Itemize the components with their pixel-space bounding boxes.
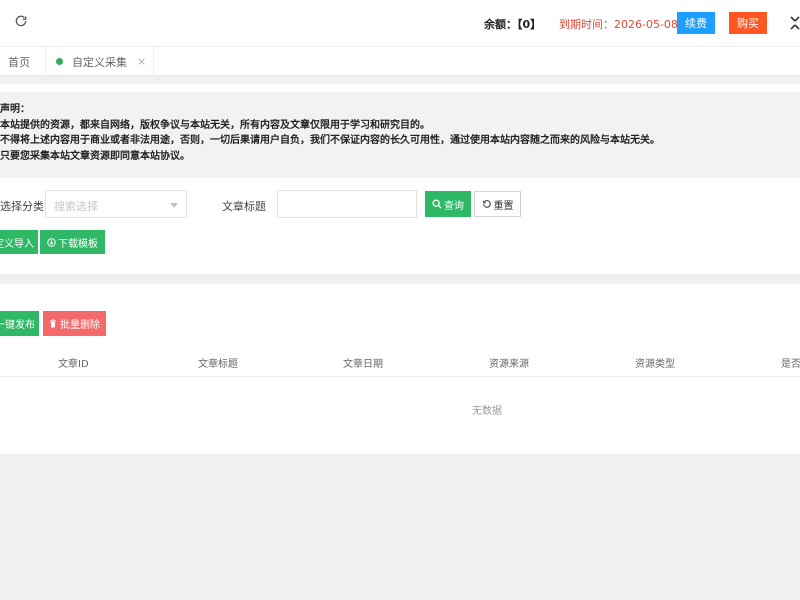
download-icon: [47, 237, 56, 247]
tab-home[interactable]: 首页: [0, 47, 46, 76]
template-label: 下载模板: [58, 238, 98, 250]
custom-import-button[interactable]: 定义导入: [0, 230, 38, 254]
caret-down-icon: [170, 203, 178, 208]
download-template-button[interactable]: 下载模板: [40, 230, 105, 254]
renew-button[interactable]: 续费: [677, 12, 715, 34]
query-button[interactable]: 查询: [425, 191, 471, 217]
buy-button[interactable]: 购买: [729, 12, 767, 34]
notice-line: 不得将上述内容用于商业或者非法用途，否则，一切后果请用户自负，我们不保证内容的长…: [0, 135, 660, 146]
disclaimer-notice: 声明： 本站提供的资源，都来自网络，版权争议与本站无关，所有内容及文章仅限用于学…: [0, 92, 800, 178]
tab-bar: 首页 自定义采集 ×: [0, 46, 800, 76]
category-placeholder: 搜索选择: [54, 200, 98, 213]
reset-button[interactable]: 重置: [474, 191, 521, 217]
refresh-icon[interactable]: [14, 14, 30, 30]
tab-custom-collect[interactable]: 自定义采集 ×: [46, 47, 154, 76]
top-bar: 余额：【0】 到期时间：2026-05-08 续费 购买: [0, 0, 800, 46]
fullscreen-icon[interactable]: [790, 16, 800, 30]
tab-label: 自定义采集: [72, 55, 127, 69]
table-card: 一键发布 批量删除 文章ID 文章标题 文章日期 资源来源 资源类型 是否 无数…: [0, 284, 800, 454]
tab-label: 首页: [8, 55, 30, 69]
close-icon[interactable]: ×: [137, 55, 146, 68]
empty-text: 无数据: [472, 406, 502, 417]
filter-card: 声明： 本站提供的资源，都来自网络，版权争议与本站无关，所有内容及文章仅限用于学…: [0, 84, 800, 274]
notice-line: 本站提供的资源，都来自网络，版权争议与本站无关，所有内容及文章仅限用于学习和研究…: [0, 119, 430, 131]
active-dot-icon: [56, 58, 63, 65]
notice-line: 只要您采集本站文章资源即同意本站协议。: [0, 150, 190, 162]
reset-label: 重置: [493, 200, 514, 212]
title-label: 文章标题: [222, 200, 266, 213]
category-select[interactable]: 搜索选择: [45, 190, 187, 218]
expire-info: 到期时间：2026-05-08: [559, 18, 678, 31]
table-body: 无数据: [0, 284, 800, 454]
balance-info: 余额：【0】: [484, 18, 542, 31]
search-icon: [432, 199, 442, 209]
query-label: 查询: [444, 200, 464, 212]
category-label: 选择分类: [0, 200, 44, 213]
title-input[interactable]: [277, 190, 417, 218]
reset-icon: [482, 199, 492, 209]
notice-title: 声明：: [0, 104, 30, 115]
